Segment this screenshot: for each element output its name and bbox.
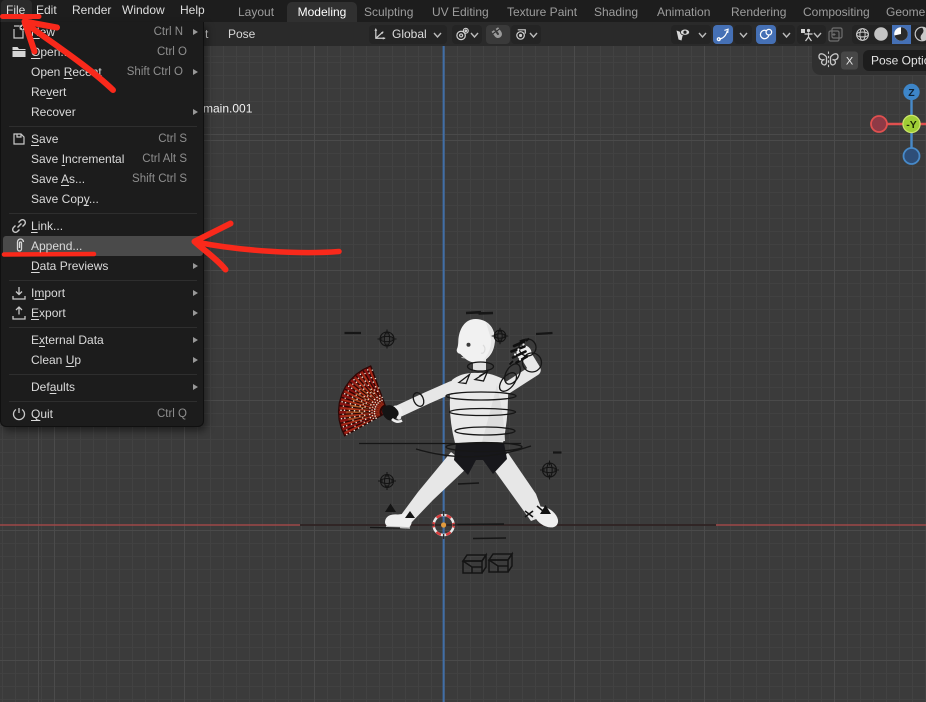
svg-text:Pose Optio: Pose Optio bbox=[871, 54, 926, 68]
svg-text:main.001: main.001 bbox=[203, 102, 253, 116]
svg-text:-Y: -Y bbox=[906, 119, 917, 131]
svg-text:X: X bbox=[846, 56, 854, 68]
svg-text:Z: Z bbox=[908, 87, 915, 99]
